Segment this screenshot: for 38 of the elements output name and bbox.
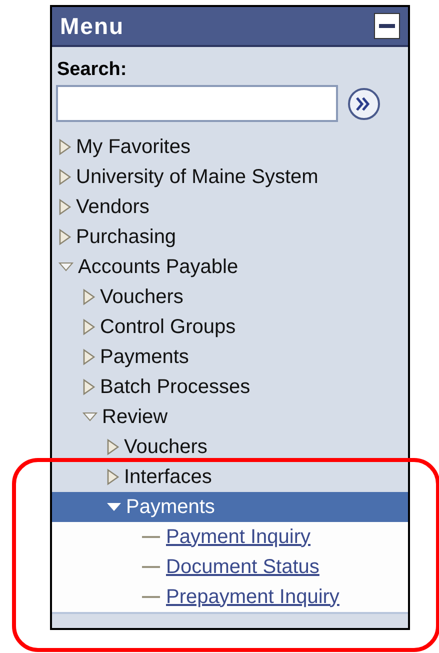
dash-icon	[142, 535, 160, 539]
collapsed-arrow-icon[interactable]	[58, 138, 72, 156]
collapsed-arrow-icon[interactable]	[106, 468, 120, 486]
menu-item[interactable]: Review	[52, 402, 408, 432]
menu-title: Menu	[60, 12, 124, 40]
collapsed-arrow-icon[interactable]	[82, 348, 96, 366]
expanded-arrow-icon[interactable]	[106, 501, 122, 513]
menu-item[interactable]: Purchasing	[52, 222, 408, 252]
collapsed-arrow-icon[interactable]	[106, 438, 120, 456]
collapsed-arrow-icon[interactable]	[82, 318, 96, 336]
collapsed-arrow-icon[interactable]	[82, 288, 96, 306]
menu-link[interactable]: Prepayment Inquiry	[166, 586, 340, 608]
menu-item[interactable]: Batch Processes	[52, 372, 408, 402]
menu-item[interactable]: Vendors	[52, 192, 408, 222]
collapsed-arrow-icon[interactable]	[58, 198, 72, 216]
expanded-arrow-icon[interactable]	[82, 411, 98, 423]
collapsed-arrow-icon[interactable]	[58, 228, 72, 246]
selected-menu-item[interactable]: Payments	[52, 492, 408, 522]
expanded-arrow-icon[interactable]	[58, 261, 74, 273]
menu-item[interactable]: Interfaces	[52, 462, 408, 492]
menu-item[interactable]: University of Maine System	[52, 162, 408, 192]
menu-item[interactable]: Vouchers	[52, 282, 408, 312]
dash-icon	[142, 565, 160, 569]
menu-link[interactable]: Payment Inquiry	[166, 526, 311, 548]
search-label: Search:	[57, 59, 128, 81]
collapsed-arrow-icon[interactable]	[58, 168, 72, 186]
collapsed-arrow-icon[interactable]	[82, 378, 96, 396]
menu-item[interactable]: Payments	[52, 342, 408, 372]
menu-item[interactable]: Control Groups	[52, 312, 408, 342]
menu-link[interactable]: Document Status	[166, 556, 320, 578]
dash-icon	[142, 595, 160, 599]
search-go-button[interactable]	[347, 86, 381, 120]
menu-item[interactable]: Accounts Payable	[52, 252, 408, 282]
minimize-button[interactable]	[374, 13, 400, 39]
menu-item[interactable]: My Favorites	[52, 132, 408, 162]
menu-item[interactable]: Vouchers	[52, 432, 408, 462]
minus-icon	[379, 23, 395, 29]
search-field[interactable]	[56, 85, 338, 122]
